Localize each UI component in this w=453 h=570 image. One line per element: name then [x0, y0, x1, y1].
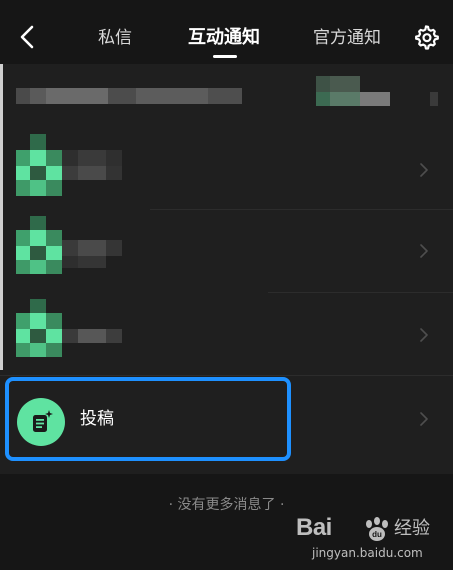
watermark-url: jingyan.baidu.com — [312, 546, 423, 560]
list-item[interactable] — [0, 210, 453, 292]
list-item[interactable] — [0, 130, 453, 210]
settings-button[interactable] — [412, 23, 440, 51]
chevron-right-icon — [420, 163, 428, 177]
paw-logo-icon: du — [366, 517, 388, 541]
chevron-right-icon — [420, 244, 428, 258]
tougao-label: 投稿 — [80, 409, 114, 429]
list-item[interactable] — [0, 293, 453, 375]
list-item[interactable] — [0, 64, 453, 130]
top-nav-bar: 私信 互动通知 官方通知 — [0, 0, 453, 64]
baidu-jingyan-watermark: Bai du 经验 jingyan.baidu.com — [296, 512, 446, 568]
tougao-avatar — [17, 398, 65, 446]
back-button[interactable] — [12, 22, 42, 52]
chevron-right-icon — [420, 328, 428, 342]
gear-icon — [415, 25, 439, 50]
tab-private-messages[interactable]: 私信 — [98, 27, 132, 49]
watermark-suffix: 经验 — [394, 518, 430, 539]
document-sparkle-icon — [33, 410, 53, 432]
tab-official-notifications[interactable]: 官方通知 — [313, 27, 381, 49]
list-divider — [0, 375, 453, 376]
watermark-brand: Bai — [296, 514, 332, 541]
chevron-left-icon — [20, 25, 34, 49]
chevron-right-icon — [420, 412, 428, 426]
active-tab-indicator — [213, 55, 237, 58]
tab-interaction-notifications[interactable]: 互动通知 — [188, 27, 260, 49]
svg-text:du: du — [372, 530, 382, 539]
tougao-row[interactable] — [0, 377, 453, 467]
